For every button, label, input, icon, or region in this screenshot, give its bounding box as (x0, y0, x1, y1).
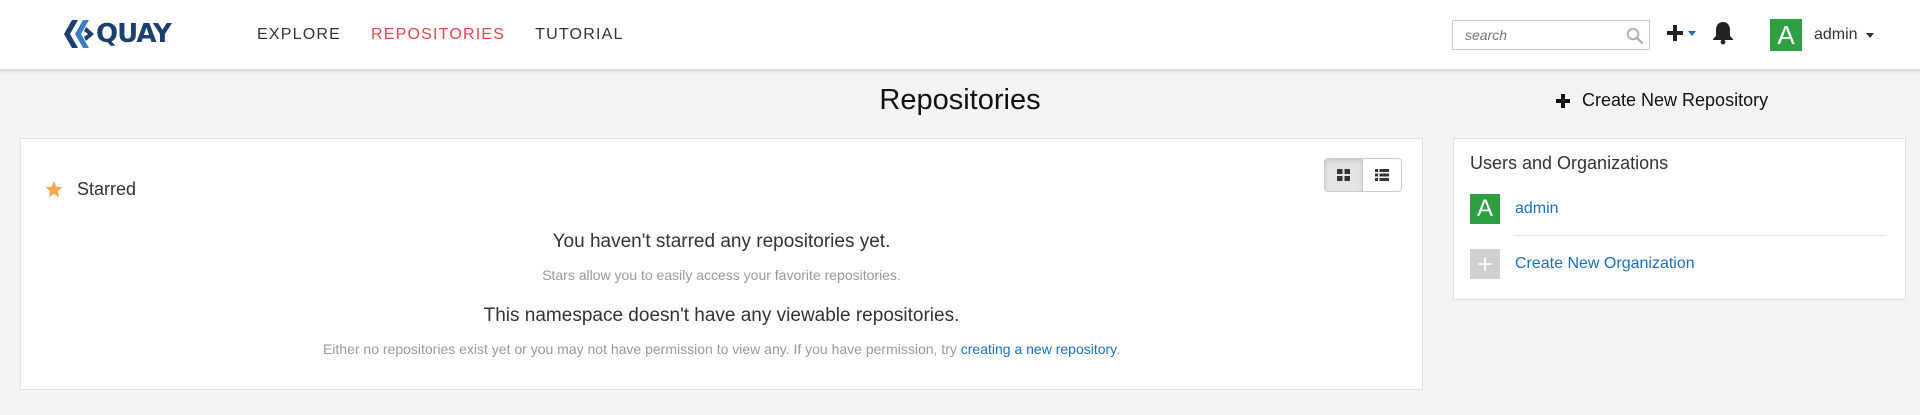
repositories-panel: Starred You haven't starred any reposito… (20, 138, 1423, 390)
no-repositories-suffix: . (1116, 341, 1121, 357)
create-organization-link[interactable]: Create New Organization (1515, 255, 1695, 273)
search-icon[interactable] (1626, 27, 1643, 44)
avatar: A (1470, 194, 1500, 224)
users-orgs-panel: Users and Organizations A admin + Create… (1453, 138, 1906, 300)
plus-icon (1667, 25, 1683, 41)
nav-repositories[interactable]: REPOSITORIES (371, 26, 505, 44)
starred-header: Starred (45, 179, 136, 200)
namespace-link-admin[interactable]: admin (1515, 200, 1559, 218)
avatar: A (1770, 19, 1802, 51)
create-menu-button[interactable] (1666, 24, 1696, 42)
nav-explore[interactable]: EXPLORE (257, 26, 341, 44)
no-repositories-title: This namespace doesn't have any viewable… (483, 305, 960, 326)
notifications-button[interactable] (1712, 20, 1734, 50)
create-organization-item: + Create New Organization (1470, 249, 1695, 279)
no-repositories-subtitle: Either no repositories exist yet or you … (21, 341, 1422, 357)
nav-tutorial[interactable]: TUTORIAL (535, 26, 623, 44)
search-box (1452, 20, 1650, 50)
top-navbar: QUAY EXPLORE REPOSITORIES TUTORIAL A adm… (0, 0, 1920, 70)
starred-label: Starred (77, 179, 137, 199)
quay-logo-icon (64, 20, 94, 48)
create-repository-link[interactable]: creating a new repository (961, 341, 1116, 357)
chevron-down-icon (1865, 32, 1874, 38)
list-icon (1375, 169, 1389, 181)
quay-logo[interactable]: QUAY (64, 18, 172, 50)
divider (1514, 235, 1886, 236)
namespace-item-admin: A admin (1470, 194, 1559, 224)
no-repositories-text: Either no repositories exist yet or you … (322, 341, 961, 357)
bell-icon (1713, 22, 1733, 45)
main-nav: EXPLORE REPOSITORIES TUTORIAL (257, 0, 654, 70)
grid-view-button[interactable] (1324, 158, 1363, 192)
view-toggle (1324, 158, 1402, 192)
brand-name: QUAY (96, 19, 172, 49)
star-icon (45, 181, 63, 198)
plus-icon (1556, 93, 1570, 108)
username: admin (1814, 26, 1858, 43)
user-menu[interactable]: A admin (1770, 19, 1874, 51)
create-repository-label: Create New Repository (1582, 90, 1769, 110)
users-orgs-title: Users and Organizations (1470, 153, 1669, 173)
plus-icon: + (1470, 249, 1500, 279)
grid-icon (1337, 169, 1350, 181)
chevron-down-icon (1688, 30, 1696, 36)
search-input[interactable] (1453, 21, 1623, 49)
no-starred-title: You haven't starred any repositories yet… (552, 231, 891, 252)
no-starred-subtitle: Stars allow you to easily access your fa… (542, 267, 901, 283)
list-view-button[interactable] (1363, 158, 1402, 192)
create-repository-button[interactable]: Create New Repository (1556, 90, 1768, 111)
